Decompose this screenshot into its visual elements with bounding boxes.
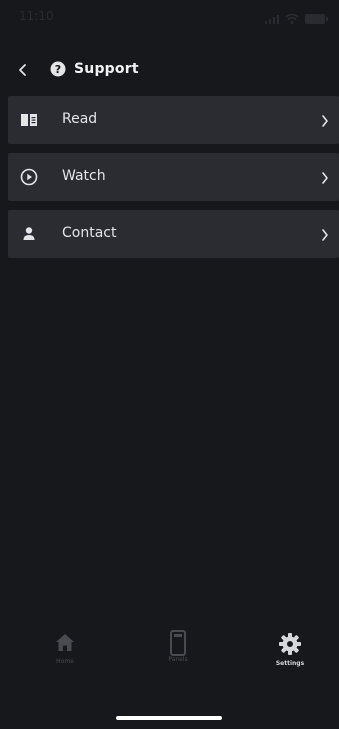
menu-item-label: Read <box>62 111 98 127</box>
signal-icon <box>265 9 279 28</box>
tab-label: Settings <box>275 660 305 667</box>
book-icon <box>20 111 38 129</box>
page-title: Support <box>74 61 139 77</box>
menu-item-label: Contact <box>62 225 117 241</box>
tab-label: Panels <box>168 656 188 663</box>
tab-settings[interactable]: Settings <box>245 620 335 690</box>
gear-icon <box>279 633 301 655</box>
menu-item-watch[interactable]: Watch <box>8 153 339 201</box>
menu-item-contact[interactable]: Contact <box>8 210 339 258</box>
chevron-right-icon <box>321 113 329 127</box>
tab-panels[interactable]: Panels <box>133 620 223 690</box>
support-screen: 11:10 ? Support Read Watch Contact Home … <box>0 0 339 729</box>
bottom-tab-bar: Home Panels Settings <box>0 620 339 710</box>
back-button[interactable] <box>16 62 30 76</box>
status-bar: 11:10 <box>0 0 339 48</box>
tab-home[interactable]: Home <box>20 620 110 690</box>
tab-label: Home <box>56 658 74 665</box>
home-icon <box>56 634 74 651</box>
person-icon <box>20 225 38 243</box>
menu-item-label: Watch <box>62 168 106 184</box>
status-time: 11:10 <box>19 9 54 23</box>
chevron-right-icon <box>321 227 329 241</box>
chevron-left-icon <box>19 64 26 76</box>
wifi-icon <box>285 9 299 28</box>
header: ? Support <box>0 52 339 92</box>
support-menu: Read Watch Contact <box>8 96 339 267</box>
svg-text:?: ? <box>55 63 61 76</box>
battery-icon <box>305 13 328 24</box>
play-circle-icon <box>20 168 38 186</box>
panel-icon <box>170 630 186 656</box>
menu-item-read[interactable]: Read <box>8 96 339 144</box>
question-circle-icon: ? <box>50 61 66 77</box>
home-indicator <box>116 716 222 720</box>
chevron-right-icon <box>321 170 329 184</box>
status-icons <box>265 9 328 28</box>
